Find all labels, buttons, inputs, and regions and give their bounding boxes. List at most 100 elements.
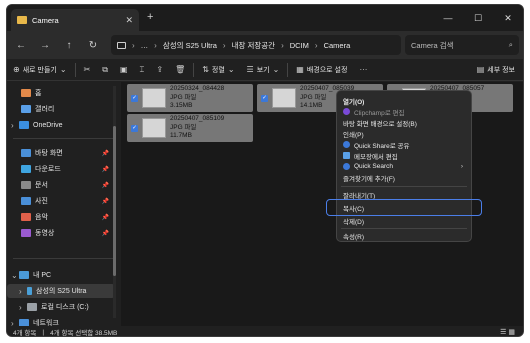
up-button[interactable]: ↑	[59, 40, 79, 51]
chevron-down-icon[interactable]: ⌄	[11, 271, 19, 280]
details-pane-icon: ▤	[476, 65, 485, 74]
breadcrumb-separator: ›	[281, 40, 284, 50]
pin-icon[interactable]: 📌	[102, 214, 109, 221]
checkbox-checked-icon[interactable]: ✓	[131, 124, 138, 132]
status-separator: |	[42, 328, 45, 336]
checkbox-checked-icon[interactable]: ✓	[261, 94, 268, 102]
sidebar-item-label: 로컬 디스크 (C:)	[41, 304, 89, 311]
cloud-icon	[19, 121, 29, 129]
view-icon: ☰	[246, 65, 254, 74]
copy-button[interactable]: ⧉	[96, 59, 114, 81]
new-tab-button[interactable]: +	[147, 11, 153, 23]
chevron-right-icon[interactable]: ›	[19, 287, 27, 296]
sidebar-item-pictures[interactable]: 사진 📌	[7, 194, 115, 208]
view-button[interactable]: ☰ 보기 ⌄	[241, 59, 286, 81]
menu-item-label: 잘라내기(T)	[343, 192, 376, 200]
scrollbar-thumb[interactable]	[113, 126, 116, 276]
close-tab-icon[interactable]: ✕	[125, 15, 133, 26]
view-toggle[interactable]: ☰ ▦	[500, 328, 515, 336]
rename-button[interactable]: ⌶	[134, 59, 151, 81]
search-input[interactable]: Camera 검색 ⌕	[405, 35, 519, 55]
pin-icon[interactable]: 📌	[102, 198, 109, 205]
menu-item-open[interactable]: 열기(O)	[337, 95, 471, 106]
menu-item-print[interactable]: 인쇄(P)	[337, 128, 471, 139]
menu-item-label: Quick Search	[354, 163, 394, 170]
refresh-button[interactable]: ↻	[83, 40, 103, 51]
sidebar-item-onedrive[interactable]: › OneDrive	[7, 118, 115, 132]
pin-icon[interactable]: 📌	[102, 182, 109, 189]
sidebar-item-label: 내 PC	[33, 272, 52, 279]
close-button[interactable]: ✕	[493, 5, 523, 31]
sidebar-item-this-pc[interactable]: ⌄ 내 PC	[7, 268, 115, 282]
forward-button[interactable]: →	[35, 40, 55, 51]
copy-highlight-outline	[326, 199, 482, 216]
breadcrumb-more[interactable]: …	[141, 41, 149, 50]
sidebar-item-videos[interactable]: 동영상 📌	[7, 226, 115, 240]
chevron-right-icon[interactable]: ›	[11, 121, 19, 130]
breadcrumb-dcim[interactable]: DCIM	[290, 41, 309, 50]
details-button[interactable]: ▤ 세부 정보	[471, 59, 521, 81]
address-bar[interactable]: › … › 삼성의 S25 Ultra › 내장 저장공간 › DCIM › C…	[111, 35, 401, 55]
menu-item-properties[interactable]: 속성(R)	[337, 230, 471, 241]
new-label: 새로 만들기	[22, 66, 57, 74]
rename-icon: ⌶	[139, 64, 145, 74]
menu-item-delete[interactable]: 삭제(D)	[337, 215, 471, 226]
menu-item-add-favorites[interactable]: 즐겨찾기에 추가(F)	[337, 172, 471, 183]
divider	[287, 62, 289, 77]
sidebar-item-documents[interactable]: 문서 📌	[7, 178, 115, 192]
scissors-icon: ✂	[83, 65, 91, 74]
tiles-view-icon[interactable]: ▦	[508, 329, 515, 336]
chevron-down-icon: ⌄	[272, 65, 280, 74]
sidebar-item-music[interactable]: 음악 📌	[7, 210, 115, 224]
menu-item-label: 삭제(D)	[343, 218, 364, 226]
share-button[interactable]: ⇪	[150, 59, 169, 81]
file-item[interactable]: ✓ 20250324_084428 JPG 파일 3.15MB	[127, 84, 253, 112]
sidebar-item-phone[interactable]: › 삼성의 S25 Ultra	[7, 284, 115, 298]
sidebar-item-downloads[interactable]: 다운로드 📌	[7, 162, 115, 176]
pin-icon[interactable]: 📌	[102, 230, 109, 237]
sidebar-item-local-disk[interactable]: › 로컬 디스크 (C:)	[7, 300, 115, 314]
menu-item-label: 인쇄(P)	[343, 131, 364, 139]
address-row: ← → ↑ ↻ › … › 삼성의 S25 Ultra › 내장 저장공간 › …	[7, 31, 523, 59]
menu-item-set-background[interactable]: 바탕 화면 배경으로 설정(B)	[337, 117, 471, 128]
sidebar-item-label: 갤러리	[35, 106, 55, 113]
chevron-right-icon[interactable]: ›	[19, 303, 27, 312]
file-type: JPG 파일	[170, 93, 197, 101]
sidebar-item-home[interactable]: 홈	[7, 86, 115, 100]
tab-camera[interactable]: Camera ✕	[11, 9, 139, 31]
pin-icon[interactable]: 📌	[102, 150, 109, 157]
menu-item-clipchamp[interactable]: Clipchamp로 편집	[337, 106, 471, 117]
minimize-button[interactable]: —	[433, 5, 463, 31]
breadcrumb-storage[interactable]: 내장 저장공간	[232, 40, 275, 51]
pin-icon[interactable]: 📌	[102, 166, 109, 173]
sidebar-item-label: 문서	[35, 182, 48, 189]
sidebar-item-desktop[interactable]: 바탕 화면 📌	[7, 146, 115, 160]
sidebar-item-gallery[interactable]: 갤러리	[7, 102, 115, 116]
more-options-button[interactable]: ···	[353, 59, 373, 81]
menu-item-quick-search[interactable]: Quick Search ›	[337, 161, 471, 172]
chevron-down-icon: ⌄	[59, 65, 67, 74]
sidebar-scrollbar[interactable]	[113, 86, 116, 318]
pictures-icon	[21, 197, 31, 205]
menu-item-quick-share[interactable]: Quick Share로 공유	[337, 139, 471, 150]
maximize-button[interactable]: ☐	[463, 5, 493, 31]
details-view-icon[interactable]: ☰	[500, 329, 506, 336]
menu-separator	[341, 186, 467, 187]
trash-icon: 🗑	[175, 65, 186, 74]
menu-item-notepad[interactable]: 메모장에서 편집	[337, 150, 471, 161]
sidebar-item-label: 다운로드	[35, 166, 61, 173]
new-button[interactable]: ⊕ 새로 만들기 ⌄	[7, 59, 73, 81]
checkbox-checked-icon[interactable]: ✓	[131, 94, 138, 102]
pc-icon	[117, 41, 126, 49]
cut-button[interactable]: ✂	[78, 59, 97, 81]
sort-button[interactable]: ⇅ 정렬 ⌄	[196, 59, 240, 81]
breadcrumb-camera[interactable]: Camera	[324, 41, 351, 50]
item-count: 4개 항목	[13, 330, 37, 337]
paste-button[interactable]: ▣	[114, 59, 134, 81]
sort-label: 정렬	[211, 66, 225, 74]
back-button[interactable]: ←	[11, 40, 31, 51]
set-wallpaper-button[interactable]: ▦ 배경으로 설정	[290, 59, 353, 81]
breadcrumb-device[interactable]: 삼성의 S25 Ultra	[163, 40, 217, 51]
delete-button[interactable]: 🗑	[169, 59, 191, 81]
file-item[interactable]: ✓ 20250407_085109 JPG 파일 11.7MB	[127, 114, 253, 142]
